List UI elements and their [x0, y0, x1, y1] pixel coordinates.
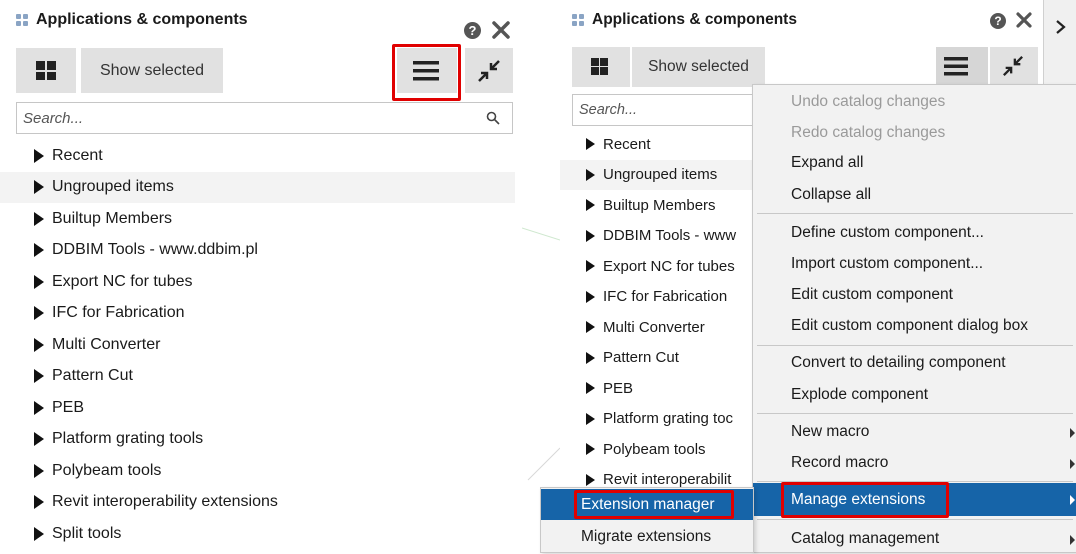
expand-arrow-icon[interactable] [586, 199, 595, 212]
menu-item-catalog-management[interactable]: Catalog management [753, 523, 1076, 554]
menu-separator [757, 213, 1073, 214]
tree-item[interactable]: Polybeam tools [0, 455, 515, 487]
menu-separator [757, 345, 1073, 346]
expand-arrow-icon[interactable] [34, 243, 44, 258]
tree-item[interactable]: Multi Converter [0, 329, 515, 361]
expand-arrow-icon[interactable] [586, 229, 595, 242]
panel-title: Applications & components [592, 11, 797, 28]
submenu-arrow-icon [1070, 495, 1075, 505]
expand-arrow-icon[interactable] [586, 138, 595, 151]
menu-icon [944, 56, 968, 81]
tree-item[interactable]: Export NC for tubes [0, 266, 515, 298]
submenu-arrow-icon [1070, 459, 1075, 469]
close-icon[interactable] [1014, 10, 1036, 32]
menu-item-edit-custom-component[interactable]: Edit custom component [753, 279, 1076, 310]
highlight-box [781, 482, 949, 518]
panel-header: Applications & components [0, 0, 522, 40]
expand-arrow-icon[interactable] [586, 351, 595, 364]
grid-view-icon [591, 58, 608, 75]
expand-arrow-icon[interactable] [34, 432, 44, 447]
expand-arrow-icon[interactable] [34, 400, 44, 415]
menu-item-undo-catalog-changes[interactable]: Undo catalog changes [753, 86, 1076, 117]
menu-item-convert-to-detailing-component[interactable]: Convert to detailing component [753, 347, 1076, 378]
panel-title: Applications & components [36, 11, 248, 28]
menu-item-redo-catalog-changes[interactable]: Redo catalog changes [753, 117, 1076, 148]
submenu-arrow-icon [1070, 535, 1075, 545]
search-placeholder: Search... [23, 109, 84, 127]
close-icon[interactable] [490, 19, 514, 43]
expand-arrow-icon[interactable] [34, 463, 44, 478]
tree-item[interactable]: Builtup Members [0, 203, 515, 235]
menu-item-define-custom-component[interactable]: Define custom component... [753, 217, 1076, 248]
tree-list: Recent Ungrouped items Builtup Members D… [0, 140, 515, 549]
menu-item-explode-component[interactable]: Explode component [753, 379, 1076, 410]
expand-arrow-icon[interactable] [586, 260, 595, 273]
tree-item[interactable]: Platform grating tools [0, 424, 515, 456]
expand-arrow-icon[interactable] [34, 180, 44, 195]
grid-view-button[interactable] [16, 48, 76, 93]
grid-view-icon [36, 61, 56, 80]
collapse-arrows-icon [1002, 55, 1024, 82]
expand-arrow-icon[interactable] [34, 369, 44, 384]
tree-item[interactable]: Revit interoperability extensions [0, 487, 515, 519]
expand-arrow-icon[interactable] [34, 526, 44, 541]
menu-button[interactable] [936, 47, 988, 87]
expand-arrow-icon[interactable] [34, 211, 44, 226]
expand-arrow-icon[interactable] [34, 306, 44, 321]
collapse-button[interactable] [465, 48, 513, 93]
tree-item[interactable]: Recent [0, 140, 515, 172]
tree-item[interactable]: IFC for Fabrication [0, 298, 515, 330]
expand-arrow-icon[interactable] [586, 382, 595, 395]
grid-view-button[interactable] [572, 47, 630, 87]
expand-arrow-icon[interactable] [34, 337, 44, 352]
expand-arrow-icon[interactable] [34, 495, 44, 510]
tree-item[interactable]: Pattern Cut [0, 361, 515, 393]
viewport-background [522, 227, 560, 481]
tree-item[interactable]: Ungrouped items [0, 171, 515, 203]
search-icon[interactable] [486, 111, 500, 129]
menu-separator [757, 519, 1073, 520]
drag-grip-icon[interactable] [16, 14, 28, 26]
menu-item-edit-custom-component-dialog-box[interactable]: Edit custom component dialog box [753, 310, 1076, 341]
expand-arrow-icon[interactable] [586, 443, 595, 456]
collapse-button[interactable] [990, 47, 1038, 87]
highlight-box [574, 490, 734, 519]
menu-item-migrate-extensions[interactable]: Migrate extensions [541, 521, 753, 552]
search-placeholder: Search... [579, 102, 638, 118]
help-icon[interactable]: ? [990, 13, 1006, 29]
drag-grip-icon[interactable] [572, 14, 584, 26]
menu-item-expand-all[interactable]: Expand all [753, 147, 1076, 178]
show-selected-button[interactable]: Show selected [81, 48, 223, 93]
show-selected-button[interactable]: Show selected [632, 47, 765, 87]
expand-arrow-icon[interactable] [586, 321, 595, 334]
expand-arrow-icon[interactable] [34, 274, 44, 289]
expand-arrow-icon[interactable] [586, 290, 595, 303]
submenu-arrow-icon [1070, 428, 1075, 438]
expand-arrow-icon[interactable] [586, 412, 595, 425]
menu-item-import-custom-component[interactable]: Import custom component... [753, 248, 1076, 279]
help-icon[interactable]: ? [464, 22, 481, 39]
menu-separator [757, 413, 1073, 414]
tree-item[interactable]: DDBIM Tools - www.ddbim.pl [0, 235, 515, 267]
expand-arrow-icon[interactable] [586, 473, 595, 486]
tree-item[interactable]: PEB [0, 392, 515, 424]
menu-item-record-macro[interactable]: Record macro [753, 447, 1076, 478]
left-panel: Applications & components ? Show selecte… [0, 0, 522, 549]
search-input[interactable]: Search... [16, 102, 513, 134]
menu-item-collapse-all[interactable]: Collapse all [753, 179, 1076, 210]
chevron-right-icon[interactable] [1054, 18, 1068, 41]
menu-item-new-macro[interactable]: New macro [753, 416, 1076, 447]
collapse-arrows-icon [477, 59, 501, 88]
expand-arrow-icon[interactable] [586, 168, 595, 181]
tree-item[interactable]: Split tools [0, 518, 515, 549]
highlight-box [392, 44, 461, 101]
expand-arrow-icon[interactable] [34, 148, 44, 163]
